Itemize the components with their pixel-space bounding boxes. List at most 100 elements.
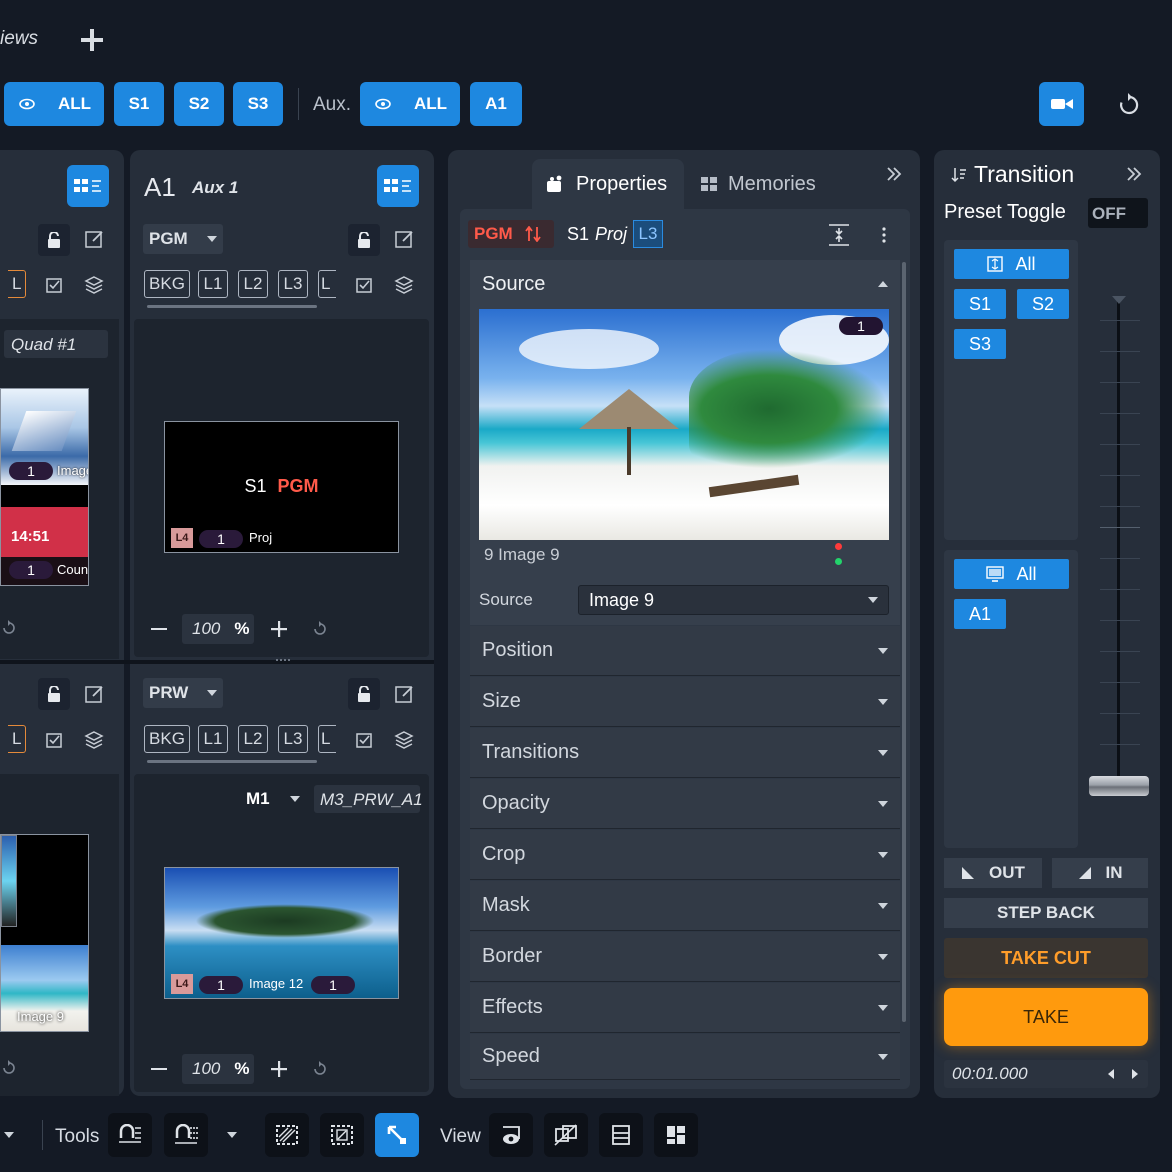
layer-partial-2[interactable]: L: [8, 725, 26, 753]
section-size[interactable]: Size: [470, 677, 900, 727]
all-screens-button[interactable]: ALL: [4, 82, 104, 126]
lock-button[interactable]: [348, 678, 380, 710]
layers-icon[interactable]: [81, 272, 107, 298]
safe-area-button[interactable]: [265, 1113, 309, 1157]
zoom-field[interactable]: 100 %: [182, 614, 254, 644]
layer-partial[interactable]: L: [8, 270, 26, 298]
properties-scrollbar[interactable]: [902, 262, 906, 1022]
reset-icon[interactable]: [0, 618, 18, 638]
select-layer-icon[interactable]: [42, 272, 68, 298]
quad-label[interactable]: Quad #1: [4, 330, 108, 358]
layer-l3[interactable]: L3: [278, 270, 308, 298]
edit-icon[interactable]: [82, 681, 108, 707]
memory-select[interactable]: M1: [242, 786, 304, 812]
chevron-left-icon[interactable]: [1108, 1069, 1114, 1079]
in-button[interactable]: IN: [1052, 858, 1148, 888]
zoom-plus-icon[interactable]: [270, 620, 288, 638]
zoom-plus-icon[interactable]: [270, 1060, 288, 1078]
chevron-right-icon[interactable]: [1132, 1069, 1138, 1079]
select-layer-icon[interactable]: [42, 727, 68, 753]
source-section-header[interactable]: Source: [470, 260, 900, 308]
memory-name-field[interactable]: M3_PRW_A1: [314, 785, 423, 813]
transition-s3-button[interactable]: S3: [954, 329, 1006, 359]
take-button[interactable]: TAKE: [944, 988, 1148, 1046]
tbar-track[interactable]: [1117, 300, 1120, 790]
section-speed[interactable]: Speed: [470, 1034, 900, 1080]
take-cut-button[interactable]: TAKE CUT: [944, 938, 1148, 978]
refresh-icon[interactable]: [1114, 90, 1144, 120]
transition-all-aux-button[interactable]: All: [954, 559, 1069, 589]
grid-snap-button[interactable]: [164, 1113, 208, 1157]
pgm-preview-screen[interactable]: S1 PGM L4 1 Proj: [164, 421, 399, 553]
panel-splitter[interactable]: [0, 660, 434, 664]
layer-l1[interactable]: L1: [198, 270, 228, 298]
section-position[interactable]: Position: [470, 626, 900, 676]
tab-properties[interactable]: Properties: [532, 159, 684, 209]
layer-l2[interactable]: L2: [238, 270, 268, 298]
tbar-handle[interactable]: [1089, 776, 1149, 796]
duration-field[interactable]: 00:01.000: [944, 1060, 1148, 1088]
plus-icon[interactable]: [78, 26, 106, 54]
section-mask[interactable]: Mask: [470, 881, 900, 931]
select-layer-icon[interactable]: [352, 272, 378, 298]
section-transitions[interactable]: Transitions: [470, 728, 900, 778]
layout-button[interactable]: [377, 165, 419, 207]
section-crop[interactable]: Crop: [470, 830, 900, 880]
layers-icon[interactable]: [81, 727, 107, 753]
layer-l3[interactable]: L3: [278, 725, 308, 753]
lock-button-2[interactable]: [38, 678, 70, 710]
grid-snap-dropdown[interactable]: [227, 1132, 237, 1138]
zoom-minus[interactable]: [151, 1068, 167, 1070]
collapse-all-icon[interactable]: [826, 222, 852, 248]
preset-toggle-switch[interactable]: OFF: [1088, 198, 1148, 228]
edit-icon[interactable]: [82, 226, 108, 252]
source-thumbnail[interactable]: 1: [479, 309, 889, 540]
view-layout-button[interactable]: [654, 1113, 698, 1157]
edit-icon[interactable]: [392, 681, 418, 707]
view-stack-button[interactable]: [599, 1113, 643, 1157]
section-opacity[interactable]: Opacity: [470, 779, 900, 829]
zoom-minus[interactable]: [151, 628, 167, 630]
more-vertical-icon[interactable]: [878, 224, 890, 246]
screen-s2-button[interactable]: S2: [174, 82, 224, 126]
step-back-button[interactable]: STEP BACK: [944, 898, 1148, 928]
pgm-select[interactable]: PGM: [143, 224, 223, 254]
layer-l4-partial[interactable]: L: [318, 270, 336, 298]
layers-icon[interactable]: [391, 727, 417, 753]
transition-s2-button[interactable]: S2: [1017, 289, 1069, 319]
select-layer-icon[interactable]: [352, 727, 378, 753]
prw-select[interactable]: PRW: [143, 678, 223, 708]
all-aux-button[interactable]: ALL: [360, 82, 460, 126]
pgm-badge[interactable]: PGM: [468, 220, 554, 248]
edit-icon[interactable]: [392, 226, 418, 252]
views-label[interactable]: iews: [0, 28, 38, 50]
view-compare-button[interactable]: [544, 1113, 588, 1157]
double-chevron-right-icon[interactable]: [1124, 164, 1144, 184]
layer-bkg[interactable]: BKG: [144, 725, 190, 753]
left-thumbs-box-2[interactable]: Image 9: [0, 834, 89, 1032]
reset-icon[interactable]: [311, 620, 329, 638]
section-effects[interactable]: Effects: [470, 983, 900, 1033]
transition-s1-button[interactable]: S1: [954, 289, 1006, 319]
layer-l2[interactable]: L2: [238, 725, 268, 753]
zoom-field[interactable]: 100 %: [182, 1054, 254, 1084]
out-button[interactable]: OUT: [944, 858, 1042, 888]
section-border[interactable]: Border: [470, 932, 900, 982]
view-preview-button[interactable]: [489, 1113, 533, 1157]
camera-button[interactable]: [1039, 82, 1084, 126]
lock-button[interactable]: [348, 224, 380, 256]
tab-memories[interactable]: Memories: [700, 159, 840, 209]
transition-a1-button[interactable]: A1: [954, 599, 1006, 629]
safe-area-alt-button[interactable]: [320, 1113, 364, 1157]
magnet-tool-button[interactable]: [108, 1113, 152, 1157]
selected-layer-badge[interactable]: L3: [633, 220, 663, 248]
layer-scrollbar[interactable]: [147, 305, 317, 308]
layer-bkg[interactable]: BKG: [144, 270, 190, 298]
aux-a1-button[interactable]: A1: [470, 82, 522, 126]
layer-scrollbar[interactable]: [147, 760, 317, 763]
reset-icon[interactable]: [0, 1058, 18, 1078]
screen-s3-button[interactable]: S3: [233, 82, 283, 126]
screen-s1-button[interactable]: S1: [114, 82, 164, 126]
layout-button[interactable]: [67, 165, 109, 207]
reset-icon[interactable]: [311, 1060, 329, 1078]
